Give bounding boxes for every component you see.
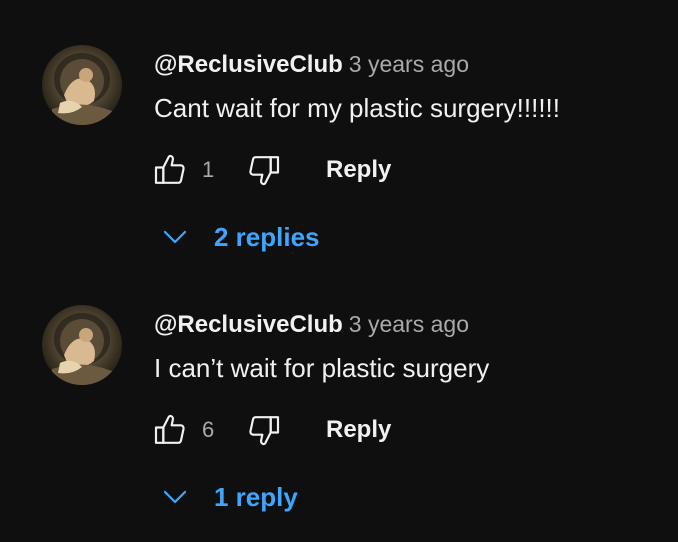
comment-timestamp[interactable]: 3 years ago [349,51,469,77]
dislike-button[interactable] [242,408,286,452]
like-count: 6 [202,417,215,442]
comment-header: @ReclusiveClub 3 years ago [154,308,469,344]
comment-thread: @ReclusiveClub 3 years ago I can’t wait f… [0,260,678,520]
chevron-down-icon [160,222,190,252]
avatar[interactable] [42,45,122,125]
view-replies-button[interactable]: 2 replies [160,218,320,256]
like-button[interactable] [148,408,192,452]
dislike-button[interactable] [242,148,286,192]
author-name[interactable]: @ReclusiveClub [154,51,343,78]
thumbs-down-icon [249,156,280,186]
avatar-image [42,45,122,125]
thumbs-up-icon [154,414,185,444]
comment-actions: 6 Reply [148,408,428,452]
avatar[interactable] [42,305,122,385]
like-button[interactable] [148,148,192,192]
like-count: 1 [202,157,215,182]
view-replies-button[interactable]: 1 reply [160,478,298,516]
replies-count-label: 1 reply [214,482,298,512]
comment-header: @ReclusiveClub 3 years ago [154,48,469,84]
thumbs-down-icon [249,416,280,446]
comment-text: Cant wait for my plastic surgery!!!!!! [154,93,561,123]
avatar-image [42,305,122,385]
replies-count-label: 2 replies [214,222,320,252]
comment-thread: @ReclusiveClub 3 years ago Cant wait for … [0,0,678,260]
chevron-down-icon [160,482,190,512]
comment-text: I can’t wait for plastic surgery [154,353,490,383]
thumbs-up-icon [154,154,185,184]
reply-button[interactable]: Reply [326,414,391,446]
comment-actions: 1 Reply [148,148,428,192]
author-name[interactable]: @ReclusiveClub [154,311,343,338]
comment-timestamp[interactable]: 3 years ago [349,311,469,337]
reply-button[interactable]: Reply [326,154,391,186]
